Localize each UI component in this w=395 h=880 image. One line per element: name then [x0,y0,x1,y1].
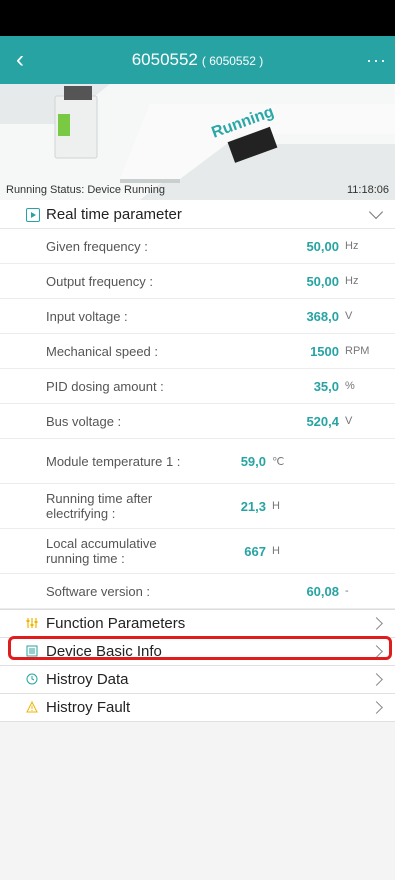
param-row: PID dosing amount : 35,0 % [0,369,395,404]
param-value: 520,4 [306,413,339,429]
param-value: 50,00 [306,273,339,289]
nav-label: Function Parameters [46,615,186,632]
param-label: Input voltage : [46,308,128,324]
param-unit: V [345,310,353,322]
param-unit: - [345,585,349,597]
param-unit: H [272,545,280,557]
running-status: Running Status: Device Running [6,184,165,196]
app-header: ‹ 6050552( 6050552 ) ··· [0,36,395,84]
clock-icon [26,673,38,685]
param-label: PID dosing amount : [46,378,164,394]
param-label: Output frequency : [46,273,153,289]
nav-function-parameters[interactable]: Function Parameters [0,610,395,638]
realtime-section-header[interactable]: Real time parameter [0,200,395,229]
param-label: Given frequency : [46,238,148,254]
param-value: 59,0 [240,453,266,469]
chevron-right-icon [370,617,383,630]
param-label: Mechanical speed : [46,343,159,359]
param-row: Output frequency : 50,00 Hz [0,264,395,299]
sliders-icon [26,618,38,628]
realtime-section-title: Real time parameter [46,205,182,223]
param-value: 667 [244,543,266,559]
param-value: 35,0 [313,378,339,394]
param-unit: RPM [345,345,370,357]
chevron-right-icon [370,673,383,686]
param-value: 50,00 [306,238,339,254]
param-row: Software version : 60,08 - [0,574,395,609]
param-label: Module temperature 1 : [46,453,181,469]
param-unit: ℃ [272,455,285,468]
device-banner: Running Running Status: Device Running 1… [0,84,395,200]
param-value: 368,0 [306,308,339,324]
highlight-box [8,636,392,660]
param-row: Local accumulative running time : 667 H [0,529,395,574]
system-status-bar [0,0,395,36]
device-id-sub: ( 6050552 ) [201,54,264,68]
nav-label: Histroy Fault [46,699,131,716]
param-value: 21,3 [240,498,266,514]
chevron-down-icon[interactable] [368,204,384,220]
device-menu: Function Parameters Device Basic Info Hi… [0,609,395,722]
running-illustration: Running [0,84,395,200]
warning-icon [26,701,38,713]
param-value: 60,08 [306,583,339,599]
realtime-parameter-list: Given frequency : 50,00 Hz Output freque… [0,229,395,609]
param-row: Module temperature 1 : 59,0 ℃ [0,439,395,484]
page-title: 6050552( 6050552 ) [0,50,395,70]
param-label: Software version : [46,583,151,599]
param-unit: % [345,380,355,392]
param-unit: Hz [345,275,359,287]
back-button[interactable]: ‹ [0,36,40,84]
play-square-icon [26,208,40,222]
more-menu-icon[interactable]: ··· [366,50,387,71]
device-id: 6050552 [131,50,198,69]
param-unit: H [272,500,280,512]
nav-history-data[interactable]: Histroy Data [0,666,395,694]
param-label: Local accumulative running time : [46,536,157,566]
param-label: Running time after electrifying : [46,491,153,521]
nav-history-fault[interactable]: Histroy Fault [0,694,395,722]
chevron-right-icon [370,701,383,714]
param-unit: Hz [345,240,359,252]
nav-label: Histroy Data [46,671,129,688]
param-row: Running time after electrifying : 21,3 H [0,484,395,529]
param-value: 1500 [310,343,339,359]
param-label: Bus voltage : [46,413,122,429]
param-unit: V [345,415,353,427]
param-row: Mechanical speed : 1500 RPM [0,334,395,369]
status-time: 11:18:06 [346,184,389,196]
param-row: Input voltage : 368,0 V [0,299,395,334]
param-row: Given frequency : 50,00 Hz [0,229,395,264]
param-row: Bus voltage : 520,4 V [0,404,395,439]
